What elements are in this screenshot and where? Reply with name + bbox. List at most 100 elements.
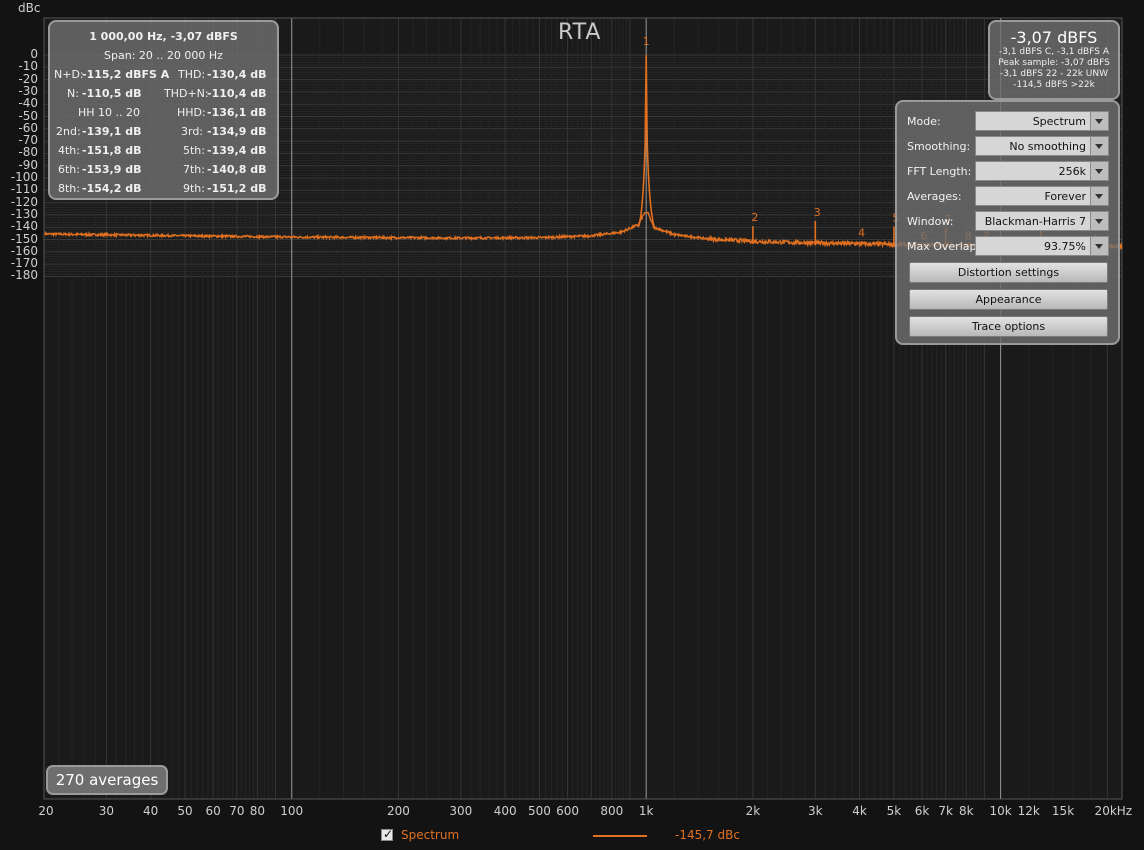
h2-label: 2nd: — [56, 125, 81, 138]
x-tick-label: 300 — [449, 804, 473, 818]
h7-value: -140,8 dB — [207, 163, 267, 176]
h9-label: 9th: — [183, 182, 205, 195]
mode-value: Spectrum — [1032, 115, 1086, 128]
mode-label: Mode: — [907, 115, 941, 128]
chevron-down-icon[interactable] — [1090, 237, 1108, 255]
stats-header: 1 000,00 Hz, -3,07 dBFS — [89, 30, 238, 43]
smoothing-value: No smoothing — [1009, 140, 1086, 153]
mode-select[interactable]: Spectrum — [975, 111, 1109, 131]
overlap-row: Max Overlap: 93.75% — [907, 236, 1111, 256]
h5-label: 5th: — [183, 144, 205, 157]
y-axis-unit: dBc — [18, 1, 41, 15]
harmonic-label: 4 — [858, 227, 865, 240]
h5-value: -139,4 dB — [207, 144, 267, 157]
n-label: N: — [67, 87, 79, 100]
x-tick-label: 7k — [938, 804, 954, 818]
harmonic-label: 3 — [814, 206, 821, 219]
legend-line-swatch — [593, 835, 647, 837]
level-line3: -3,1 dBFS 22 - 22k UNW — [999, 69, 1109, 79]
x-tick-label: 60 — [205, 804, 221, 818]
x-tick-label: 2k — [745, 804, 761, 818]
x-tick-label: 40 — [143, 804, 159, 818]
x-tick-label: 20 — [38, 804, 54, 818]
x-tick-label: 12k — [1017, 804, 1040, 818]
level-line2: Peak sample: -3,07 dBFS — [998, 58, 1110, 68]
h2-value: -139,1 dB — [82, 125, 142, 138]
window-value: Blackman-Harris 7 — [984, 215, 1086, 228]
overlap-label: Max Overlap: — [907, 240, 981, 253]
thd-value: -130,4 dB — [207, 68, 267, 81]
fundamental-label: 1 — [643, 35, 650, 48]
mode-row: Mode: Spectrum — [907, 111, 1111, 131]
x-tick-label: 80 — [249, 804, 266, 818]
stats-span: Span: 20 .. 20 000 Hz — [104, 49, 223, 62]
averages-label: Averages: — [907, 190, 962, 203]
averages-value: Forever — [1044, 190, 1086, 203]
x-tick-label: 70 — [229, 804, 245, 818]
x-tick-label: 10k — [989, 804, 1012, 818]
x-tick-label: 5k — [886, 804, 902, 818]
level-line4: -114,5 dBFS >22k — [1013, 80, 1095, 90]
window-label: Window: — [907, 215, 954, 228]
x-tick-label: 30 — [98, 804, 115, 818]
h6-label: 6th: — [58, 163, 80, 176]
fft-label: FFT Length: — [907, 165, 972, 178]
chevron-down-icon[interactable] — [1090, 212, 1108, 230]
x-tick-label: 20kHz — [1094, 804, 1133, 818]
x-tick-label: 15k — [1051, 804, 1075, 818]
appearance-button[interactable]: Appearance — [909, 289, 1108, 310]
rta-controls-panel: Mode: Spectrum Smoothing: No smoothing F… — [895, 100, 1120, 345]
x-tick-label: 50 — [177, 804, 193, 818]
averages-select[interactable]: Forever — [975, 186, 1109, 206]
spectrum-checkbox[interactable] — [381, 827, 393, 841]
harmonic-label: 2 — [751, 211, 758, 224]
chevron-down-icon[interactable] — [1090, 187, 1108, 205]
chart-title: RTA — [558, 20, 602, 45]
thdn-label: THD+N: — [164, 87, 209, 100]
x-tick-label: 3k — [808, 804, 823, 818]
thd-label: THD: — [178, 68, 206, 81]
x-tick-label: 200 — [386, 804, 410, 818]
n-value: -110,5 dB — [82, 87, 142, 100]
trace-options-button[interactable]: Trace options — [909, 316, 1108, 337]
x-tick-label: 600 — [556, 804, 579, 818]
thdn-value: -110,4 dB — [207, 87, 267, 100]
h4-label: 4th: — [58, 144, 80, 157]
legend-cursor-value: -145,7 dBc — [675, 828, 740, 842]
h6-value: -153,9 dB — [82, 163, 142, 176]
hh-label: HH 10 .. 20 — [78, 106, 141, 119]
fft-value: 256k — [1058, 165, 1086, 178]
chevron-down-icon[interactable] — [1090, 137, 1108, 155]
x-tick-label: 1k — [638, 804, 654, 818]
distortion-stats-panel[interactable]: 1 000,00 Hz, -3,07 dBFS Span: 20 .. 20 0… — [48, 20, 279, 200]
window-select[interactable]: Blackman-Harris 7 — [975, 211, 1109, 231]
smoothing-select[interactable]: No smoothing — [975, 136, 1109, 156]
level-line1: -3,1 dBFS C, -3,1 dBFS A — [999, 47, 1109, 57]
smoothing-row: Smoothing: No smoothing — [907, 136, 1111, 156]
x-tick-label: 400 — [493, 804, 517, 818]
h9-value: -151,2 dB — [207, 182, 267, 195]
chevron-down-icon[interactable] — [1090, 112, 1108, 130]
x-tick-label: 8k — [958, 804, 974, 818]
window-row: Window: Blackman-Harris 7 — [907, 211, 1111, 231]
level-meter-panel[interactable]: -3,07 dBFS -3,1 dBFS C, -3,1 dBFS A Peak… — [988, 20, 1120, 100]
h8-label: 8th: — [58, 182, 80, 195]
x-tick-label: 500 — [528, 804, 551, 818]
hhd-label: HHD: — [177, 106, 206, 119]
level-main: -3,07 dBFS — [1010, 28, 1098, 47]
distortion-settings-button[interactable]: Distortion settings — [909, 262, 1108, 283]
fft-length-select[interactable]: 256k — [975, 161, 1109, 181]
averages-row: Averages: Forever — [907, 186, 1111, 206]
chevron-down-icon[interactable] — [1090, 162, 1108, 180]
h8-value: -154,2 dB — [82, 182, 142, 195]
y-tick-label: -180 — [10, 268, 38, 283]
legend-series-name[interactable]: Spectrum — [401, 828, 459, 842]
nd-label: N+D: — [54, 68, 84, 81]
h3-value: -134,9 dB — [207, 125, 267, 138]
overlap-select[interactable]: 93.75% — [975, 236, 1109, 256]
nd-value: -115,2 dBFS A — [82, 68, 170, 81]
smoothing-label: Smoothing: — [907, 140, 971, 153]
x-tick-label: 100 — [280, 804, 304, 818]
fft-row: FFT Length: 256k — [907, 161, 1111, 181]
x-tick-label: 800 — [600, 804, 624, 818]
